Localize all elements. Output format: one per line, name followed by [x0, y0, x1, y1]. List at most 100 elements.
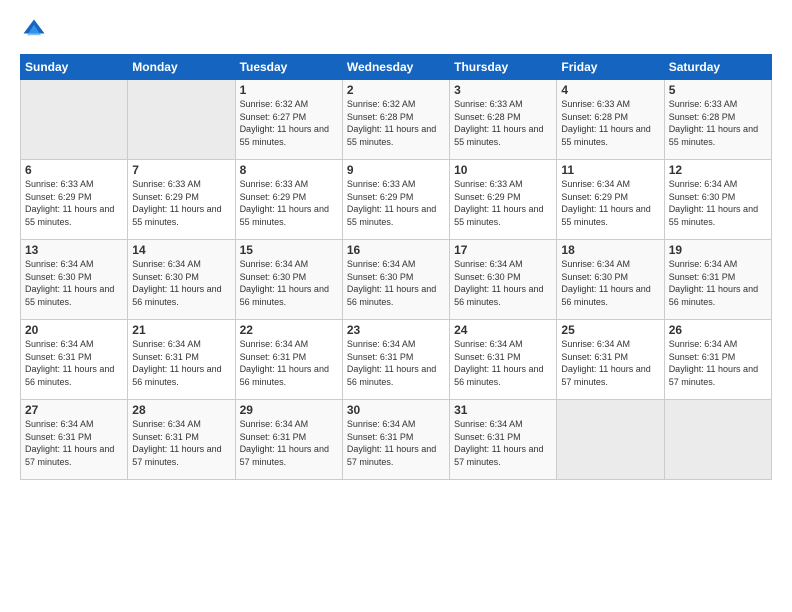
page-header	[20, 16, 772, 44]
day-info: Sunrise: 6:34 AM Sunset: 6:31 PM Dayligh…	[347, 418, 445, 468]
calendar-cell: 23Sunrise: 6:34 AM Sunset: 6:31 PM Dayli…	[342, 320, 449, 400]
day-info: Sunrise: 6:32 AM Sunset: 6:27 PM Dayligh…	[240, 98, 338, 148]
day-info: Sunrise: 6:34 AM Sunset: 6:30 PM Dayligh…	[132, 258, 230, 308]
calendar-cell: 8Sunrise: 6:33 AM Sunset: 6:29 PM Daylig…	[235, 160, 342, 240]
calendar-cell	[128, 80, 235, 160]
day-number: 27	[25, 403, 123, 417]
day-number: 26	[669, 323, 767, 337]
day-number: 23	[347, 323, 445, 337]
day-info: Sunrise: 6:34 AM Sunset: 6:31 PM Dayligh…	[25, 338, 123, 388]
weekday-header-friday: Friday	[557, 55, 664, 80]
day-info: Sunrise: 6:34 AM Sunset: 6:30 PM Dayligh…	[347, 258, 445, 308]
calendar-cell: 14Sunrise: 6:34 AM Sunset: 6:30 PM Dayli…	[128, 240, 235, 320]
day-number: 16	[347, 243, 445, 257]
day-number: 4	[561, 83, 659, 97]
day-number: 30	[347, 403, 445, 417]
day-info: Sunrise: 6:34 AM Sunset: 6:30 PM Dayligh…	[454, 258, 552, 308]
day-number: 28	[132, 403, 230, 417]
day-number: 10	[454, 163, 552, 177]
calendar-cell: 19Sunrise: 6:34 AM Sunset: 6:31 PM Dayli…	[664, 240, 771, 320]
calendar-cell: 4Sunrise: 6:33 AM Sunset: 6:28 PM Daylig…	[557, 80, 664, 160]
day-info: Sunrise: 6:34 AM Sunset: 6:31 PM Dayligh…	[669, 338, 767, 388]
day-number: 15	[240, 243, 338, 257]
day-number: 22	[240, 323, 338, 337]
day-info: Sunrise: 6:34 AM Sunset: 6:31 PM Dayligh…	[454, 418, 552, 468]
day-number: 21	[132, 323, 230, 337]
calendar-cell: 26Sunrise: 6:34 AM Sunset: 6:31 PM Dayli…	[664, 320, 771, 400]
day-info: Sunrise: 6:34 AM Sunset: 6:30 PM Dayligh…	[669, 178, 767, 228]
day-number: 6	[25, 163, 123, 177]
day-number: 12	[669, 163, 767, 177]
weekday-header-sunday: Sunday	[21, 55, 128, 80]
calendar-cell: 9Sunrise: 6:33 AM Sunset: 6:29 PM Daylig…	[342, 160, 449, 240]
day-number: 18	[561, 243, 659, 257]
day-info: Sunrise: 6:33 AM Sunset: 6:29 PM Dayligh…	[132, 178, 230, 228]
day-info: Sunrise: 6:34 AM Sunset: 6:31 PM Dayligh…	[561, 338, 659, 388]
calendar-cell: 20Sunrise: 6:34 AM Sunset: 6:31 PM Dayli…	[21, 320, 128, 400]
calendar-cell: 11Sunrise: 6:34 AM Sunset: 6:29 PM Dayli…	[557, 160, 664, 240]
weekday-header-saturday: Saturday	[664, 55, 771, 80]
day-info: Sunrise: 6:34 AM Sunset: 6:31 PM Dayligh…	[132, 338, 230, 388]
day-number: 31	[454, 403, 552, 417]
calendar-cell: 6Sunrise: 6:33 AM Sunset: 6:29 PM Daylig…	[21, 160, 128, 240]
calendar-cell	[557, 400, 664, 480]
day-info: Sunrise: 6:32 AM Sunset: 6:28 PM Dayligh…	[347, 98, 445, 148]
weekday-header-wednesday: Wednesday	[342, 55, 449, 80]
weekday-header-thursday: Thursday	[450, 55, 557, 80]
day-info: Sunrise: 6:34 AM Sunset: 6:31 PM Dayligh…	[25, 418, 123, 468]
calendar-cell: 15Sunrise: 6:34 AM Sunset: 6:30 PM Dayli…	[235, 240, 342, 320]
calendar-cell: 3Sunrise: 6:33 AM Sunset: 6:28 PM Daylig…	[450, 80, 557, 160]
calendar-cell: 13Sunrise: 6:34 AM Sunset: 6:30 PM Dayli…	[21, 240, 128, 320]
calendar-cell: 16Sunrise: 6:34 AM Sunset: 6:30 PM Dayli…	[342, 240, 449, 320]
day-number: 3	[454, 83, 552, 97]
day-info: Sunrise: 6:34 AM Sunset: 6:31 PM Dayligh…	[132, 418, 230, 468]
calendar-cell: 12Sunrise: 6:34 AM Sunset: 6:30 PM Dayli…	[664, 160, 771, 240]
calendar-cell: 31Sunrise: 6:34 AM Sunset: 6:31 PM Dayli…	[450, 400, 557, 480]
day-info: Sunrise: 6:33 AM Sunset: 6:29 PM Dayligh…	[347, 178, 445, 228]
day-info: Sunrise: 6:34 AM Sunset: 6:31 PM Dayligh…	[347, 338, 445, 388]
week-row-3: 13Sunrise: 6:34 AM Sunset: 6:30 PM Dayli…	[21, 240, 772, 320]
day-info: Sunrise: 6:33 AM Sunset: 6:28 PM Dayligh…	[669, 98, 767, 148]
calendar-cell: 17Sunrise: 6:34 AM Sunset: 6:30 PM Dayli…	[450, 240, 557, 320]
calendar-cell: 25Sunrise: 6:34 AM Sunset: 6:31 PM Dayli…	[557, 320, 664, 400]
day-info: Sunrise: 6:34 AM Sunset: 6:30 PM Dayligh…	[561, 258, 659, 308]
day-number: 24	[454, 323, 552, 337]
calendar-cell: 22Sunrise: 6:34 AM Sunset: 6:31 PM Dayli…	[235, 320, 342, 400]
day-info: Sunrise: 6:34 AM Sunset: 6:29 PM Dayligh…	[561, 178, 659, 228]
week-row-5: 27Sunrise: 6:34 AM Sunset: 6:31 PM Dayli…	[21, 400, 772, 480]
week-row-1: 1Sunrise: 6:32 AM Sunset: 6:27 PM Daylig…	[21, 80, 772, 160]
day-info: Sunrise: 6:33 AM Sunset: 6:29 PM Dayligh…	[454, 178, 552, 228]
day-number: 17	[454, 243, 552, 257]
calendar-cell	[21, 80, 128, 160]
calendar-cell: 2Sunrise: 6:32 AM Sunset: 6:28 PM Daylig…	[342, 80, 449, 160]
weekday-header-tuesday: Tuesday	[235, 55, 342, 80]
day-info: Sunrise: 6:33 AM Sunset: 6:28 PM Dayligh…	[454, 98, 552, 148]
calendar-cell: 27Sunrise: 6:34 AM Sunset: 6:31 PM Dayli…	[21, 400, 128, 480]
day-info: Sunrise: 6:34 AM Sunset: 6:31 PM Dayligh…	[240, 338, 338, 388]
calendar-cell: 24Sunrise: 6:34 AM Sunset: 6:31 PM Dayli…	[450, 320, 557, 400]
day-number: 1	[240, 83, 338, 97]
week-row-4: 20Sunrise: 6:34 AM Sunset: 6:31 PM Dayli…	[21, 320, 772, 400]
calendar-cell: 29Sunrise: 6:34 AM Sunset: 6:31 PM Dayli…	[235, 400, 342, 480]
day-info: Sunrise: 6:34 AM Sunset: 6:31 PM Dayligh…	[454, 338, 552, 388]
calendar-cell: 1Sunrise: 6:32 AM Sunset: 6:27 PM Daylig…	[235, 80, 342, 160]
day-number: 5	[669, 83, 767, 97]
day-number: 25	[561, 323, 659, 337]
day-number: 7	[132, 163, 230, 177]
calendar-cell: 28Sunrise: 6:34 AM Sunset: 6:31 PM Dayli…	[128, 400, 235, 480]
weekday-header-monday: Monday	[128, 55, 235, 80]
day-number: 8	[240, 163, 338, 177]
day-number: 13	[25, 243, 123, 257]
calendar-cell: 5Sunrise: 6:33 AM Sunset: 6:28 PM Daylig…	[664, 80, 771, 160]
calendar-cell	[664, 400, 771, 480]
day-number: 29	[240, 403, 338, 417]
day-info: Sunrise: 6:34 AM Sunset: 6:31 PM Dayligh…	[669, 258, 767, 308]
day-number: 14	[132, 243, 230, 257]
week-row-2: 6 Sunrise: 6:33 AM Sunset: 6:29 PM Daylig…	[21, 160, 772, 240]
weekday-header-row: SundayMondayTuesdayWednesdayThursdayFrid…	[21, 55, 772, 80]
calendar-cell: 18Sunrise: 6:34 AM Sunset: 6:30 PM Dayli…	[557, 240, 664, 320]
day-info: Sunrise: 6:33 AM Sunset: 6:29 PM Dayligh…	[240, 178, 338, 228]
day-info: Sunrise: 6:34 AM Sunset: 6:30 PM Dayligh…	[240, 258, 338, 308]
day-info: Sunrise: 6:34 AM Sunset: 6:30 PM Dayligh…	[25, 258, 123, 308]
calendar-cell: 7Sunrise: 6:33 AM Sunset: 6:29 PM Daylig…	[128, 160, 235, 240]
